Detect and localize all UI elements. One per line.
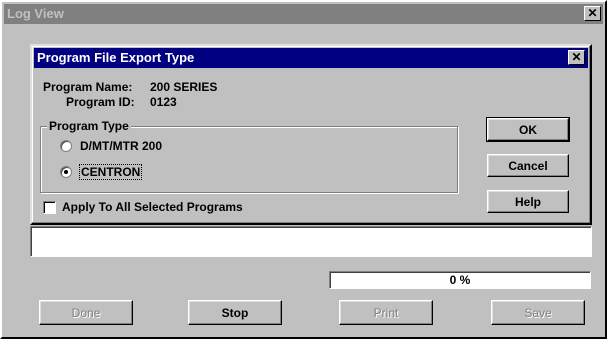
radio-button-checked-icon[interactable]	[60, 166, 72, 178]
log-view-window: Log View ✕ Program File Export Type ✕ Pr…	[0, 0, 607, 339]
window-title: Log View	[7, 6, 64, 21]
program-type-group: Program Type D/MT/MTR 200 CENTRON	[40, 119, 458, 193]
program-id-value: 0123	[150, 95, 177, 109]
apply-all-label: Apply To All Selected Programs	[62, 200, 243, 214]
program-id-label: Program ID:	[66, 95, 135, 109]
window-close-icon[interactable]: ✕	[584, 6, 601, 21]
print-button[interactable]: Print	[339, 300, 433, 325]
radio-label-dmtmtr200: D/MT/MTR 200	[80, 139, 163, 153]
help-button[interactable]: Help	[487, 190, 569, 213]
radio-option-dmtmtr200[interactable]: D/MT/MTR 200	[60, 139, 162, 153]
cancel-button[interactable]: Cancel	[487, 154, 569, 177]
log-text-field[interactable]	[30, 226, 592, 257]
program-name-value: 200 SERIES	[150, 80, 218, 94]
stop-button[interactable]: Stop	[188, 300, 282, 325]
ok-button[interactable]: OK	[486, 117, 570, 142]
export-type-dialog: Program File Export Type ✕ Program Name:…	[30, 44, 592, 225]
progress-text: 0 %	[449, 273, 471, 287]
dialog-title: Program File Export Type	[37, 50, 195, 65]
radio-button-icon[interactable]	[60, 140, 72, 152]
apply-all-checkbox[interactable]	[43, 200, 56, 214]
progress-bar: 0 %	[329, 271, 591, 289]
radio-option-centron[interactable]: CENTRON	[60, 164, 143, 180]
program-type-title: Program Type	[47, 119, 131, 133]
dialog-titlebar[interactable]: Program File Export Type ✕	[34, 48, 588, 68]
dialog-close-icon[interactable]: ✕	[568, 50, 585, 65]
apply-all-checkbox-row[interactable]: Apply To All Selected Programs	[43, 200, 243, 214]
program-name-label: Program Name:	[43, 80, 133, 94]
radio-label-centron: CENTRON	[78, 164, 143, 180]
save-button[interactable]: Save	[491, 300, 585, 325]
done-button[interactable]: Done	[39, 300, 133, 325]
window-titlebar[interactable]: Log View ✕	[4, 4, 603, 24]
